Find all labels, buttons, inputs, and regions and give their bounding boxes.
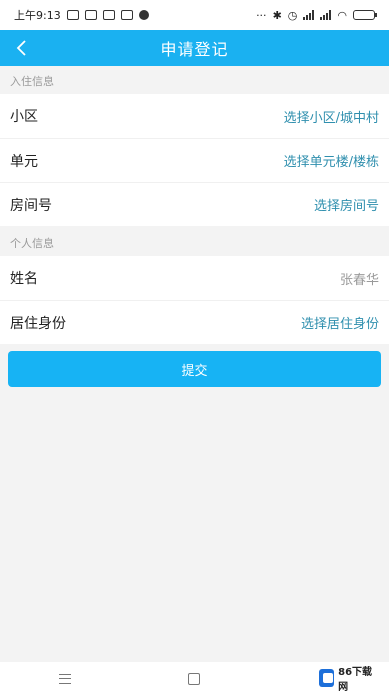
name-label: 姓名: [10, 271, 38, 287]
watermark-logo-icon: [319, 669, 335, 687]
watermark: 86下载网: [315, 664, 379, 693]
community-row[interactable]: 小区 选择小区/城中村: [0, 94, 389, 138]
unit-select[interactable]: 选择单元楼/楼栋: [284, 151, 379, 170]
unit-row[interactable]: 单元 选择单元楼/楼栋: [0, 138, 389, 182]
identity-row[interactable]: 居住身份 选择居住身份: [0, 300, 389, 344]
signal-2-icon: [320, 10, 332, 20]
download-icon: [102, 10, 115, 20]
section-header-residence: 入住信息: [10, 75, 54, 88]
nav-home-button[interactable]: [179, 669, 209, 689]
screen: 上午9:13 ··· ✱ ◷ ◠ 申请登记 入住信息 小区 选择小区/城中村 单…: [0, 0, 389, 696]
watermark-text: 86下载网: [338, 667, 373, 693]
chat-icon: [84, 10, 97, 20]
status-bar: 上午9:13 ··· ✱ ◷ ◠: [0, 0, 389, 30]
nav-menu-button[interactable]: [50, 669, 80, 689]
identity-label: 居住身份: [10, 315, 66, 332]
status-right: ··· ✱ ◷ ◠: [256, 8, 377, 22]
signal-icon: [303, 10, 315, 20]
alarm-icon: ◷: [287, 8, 298, 22]
chevron-left-icon: [16, 40, 26, 56]
name-field[interactable]: 张春华: [340, 269, 379, 288]
bluetooth-icon: ✱: [272, 8, 282, 22]
community-label: 小区: [10, 109, 38, 125]
name-row[interactable]: 姓名 张春华: [0, 256, 389, 300]
room-row[interactable]: 房间号 选择房间号: [0, 182, 389, 226]
room-select[interactable]: 选择房间号: [314, 195, 379, 214]
room-label: 房间号: [10, 197, 52, 214]
unit-label: 单元: [10, 153, 38, 170]
more-icon: ···: [256, 8, 267, 22]
status-left: 上午9:13: [14, 7, 149, 23]
submit-button[interactable]: 提交: [8, 351, 381, 387]
identity-select[interactable]: 选择居住身份: [301, 313, 379, 332]
app-icon: [120, 10, 133, 20]
community-select[interactable]: 选择小区/城中村: [284, 107, 379, 126]
wifi-icon: ◠: [337, 8, 347, 22]
check-icon: [138, 10, 149, 20]
page-title: 申请登记: [160, 40, 229, 59]
message-icon: [66, 10, 79, 20]
home-icon: [188, 673, 201, 685]
back-button[interactable]: [10, 36, 34, 60]
menu-icon: [58, 674, 71, 684]
section-header-personal: 个人信息: [10, 237, 54, 250]
status-time: 上午9:13: [14, 9, 61, 22]
title-bar: 申请登记: [0, 30, 389, 66]
battery-icon: [353, 10, 377, 20]
